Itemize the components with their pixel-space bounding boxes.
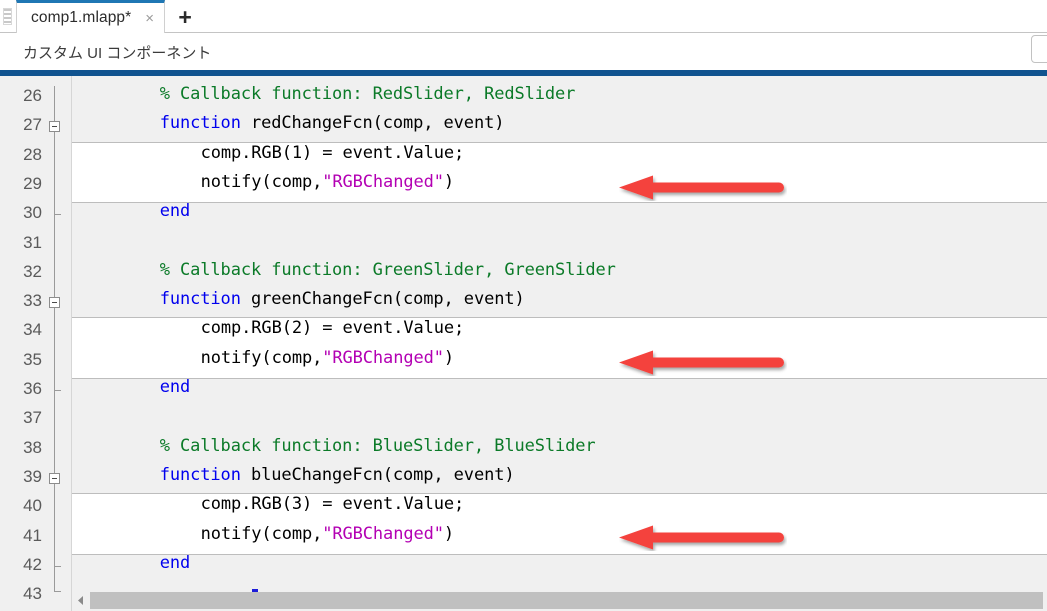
- code-token-kw: function: [159, 289, 241, 310]
- code-line[interactable]: comp.RGB(2) = event.Value;: [201, 314, 465, 343]
- code-token-plain: comp.RGB(2) = event.Value;: [200, 318, 465, 339]
- annotation-arrow: [619, 175, 787, 201]
- code-token-plain: comp.RGB(1) = event.Value;: [200, 142, 465, 163]
- code-token-plain: notify(comp,: [200, 347, 323, 368]
- toolbar-overflow-button[interactable]: [1031, 35, 1047, 63]
- code-token-plain: comp.RGB(3) = event.Value;: [200, 494, 465, 515]
- code-token-str: "RGBChanged": [322, 171, 444, 192]
- line-number: 40: [23, 496, 42, 516]
- line-number: 37: [23, 408, 42, 428]
- line-number-gutter: 26 27 28 29 30 31 32 33 34 35 36 37 38 39 40 41 42 43: [0, 76, 72, 611]
- code-line[interactable]: notify(comp,"RGBChanged"): [201, 344, 454, 373]
- tab-strip: comp1.mlapp* × +: [0, 0, 1047, 33]
- line-number: 30: [23, 203, 42, 223]
- scrollbar-thumb[interactable]: [90, 592, 1043, 609]
- annotation-arrow: [619, 525, 787, 551]
- code-line[interactable]: end: [159, 197, 191, 226]
- code-line[interactable]: function redChangeFcn(comp, event): [160, 109, 505, 138]
- code-line[interactable]: function blueChangeFcn(comp, event): [160, 461, 515, 490]
- line-number: 26: [23, 86, 42, 105]
- code-line[interactable]: % Callback function: BlueSlider, BlueSli…: [160, 432, 596, 461]
- fold-toggle-icon[interactable]: [49, 121, 60, 133]
- line-number: 38: [23, 437, 42, 457]
- code-line[interactable]: % Callback function: GreenSlider, GreenS…: [160, 256, 616, 285]
- code-token-comment: % Callback function: GreenSlider, GreenS…: [159, 259, 616, 280]
- fold-end-tick: [55, 214, 61, 216]
- code-line[interactable]: notify(comp,"RGBChanged"): [201, 520, 454, 549]
- line-number: 36: [23, 379, 42, 398]
- line-number: 42: [23, 554, 42, 574]
- line-number: 39: [23, 466, 42, 486]
- line-number: 35: [23, 349, 42, 369]
- code-token-kw: end: [159, 377, 191, 397]
- code-line[interactable]: % Callback function: RedSlider, RedSlide…: [160, 80, 576, 109]
- close-icon[interactable]: ×: [143, 11, 156, 26]
- line-number: 31: [23, 232, 42, 252]
- code-token-plain: redChangeFcn(comp, event): [240, 113, 505, 134]
- code-token-plain: ): [443, 347, 455, 368]
- line-number: 34: [23, 320, 42, 340]
- tab-label: comp1.mlapp*: [31, 9, 132, 26]
- code-token-comment: % Callback function: RedSlider, RedSlide…: [159, 84, 576, 104]
- fold-toggle-icon[interactable]: [49, 472, 60, 484]
- code-line[interactable]: end: [159, 549, 191, 578]
- code-token-kw: function: [159, 464, 241, 485]
- annotation-arrow: [619, 350, 787, 376]
- line-number: 43: [23, 584, 42, 604]
- code-token-plain: notify(comp,: [200, 171, 323, 192]
- code-line[interactable]: comp.RGB(3) = event.Value;: [201, 490, 465, 519]
- code-text-area[interactable]: % Callback function: RedSlider, RedSlide…: [72, 76, 1047, 611]
- code-line[interactable]: function greenChangeFcn(comp, event): [160, 285, 525, 314]
- code-token-plain: ): [443, 523, 455, 544]
- line-number: 28: [23, 144, 42, 164]
- line-number: 33: [23, 291, 42, 311]
- code-token-kw: end: [159, 552, 191, 573]
- title-bar: カスタム UI コンポーネント: [0, 33, 1047, 70]
- page-title: カスタム UI コンポーネント: [23, 45, 212, 62]
- tab-comp1-mlapp[interactable]: comp1.mlapp* ×: [16, 0, 166, 33]
- code-line[interactable]: notify(comp,"RGBChanged"): [201, 168, 454, 197]
- code-token-str: "RGBChanged": [322, 347, 444, 368]
- code-token-plain: blueChangeFcn(comp, event): [240, 464, 515, 485]
- code-token-plain: notify(comp,: [200, 523, 323, 544]
- fold-end-tick: [55, 390, 61, 391]
- code-token-plain: greenChangeFcn(comp, event): [240, 289, 525, 310]
- fold-end-tick: [55, 591, 61, 593]
- code-token-str: "RGBChanged": [322, 523, 444, 544]
- code-token-kw: function: [159, 113, 241, 134]
- line-number: 32: [23, 261, 42, 281]
- line-number: 29: [23, 173, 42, 193]
- new-tab-button[interactable]: +: [171, 3, 199, 31]
- horizontal-scrollbar[interactable]: [72, 589, 1047, 611]
- line-number: 41: [23, 525, 42, 545]
- app-window: comp1.mlapp* × + カスタム UI コンポーネント 26 27 28 2…: [0, 0, 1047, 611]
- code-token-kw: end: [159, 201, 191, 222]
- code-token-comment: % Callback function: BlueSlider, BlueSli…: [159, 435, 596, 456]
- code-line[interactable]: comp.RGB(1) = event.Value;: [201, 139, 465, 168]
- line-number: 27: [23, 115, 42, 135]
- fold-toggle-icon[interactable]: [49, 297, 60, 309]
- code-editor[interactable]: 26 27 28 29 30 31 32 33 34 35 36 37 38 39 40 41 42 43 % C…: [0, 76, 1047, 611]
- fold-end-tick: [55, 565, 61, 567]
- code-token-plain: ): [443, 171, 455, 192]
- drag-grip-icon[interactable]: [3, 8, 12, 25]
- code-line[interactable]: end: [159, 373, 191, 402]
- fold-rail: [54, 86, 55, 593]
- chevron-left-icon[interactable]: [72, 589, 89, 611]
